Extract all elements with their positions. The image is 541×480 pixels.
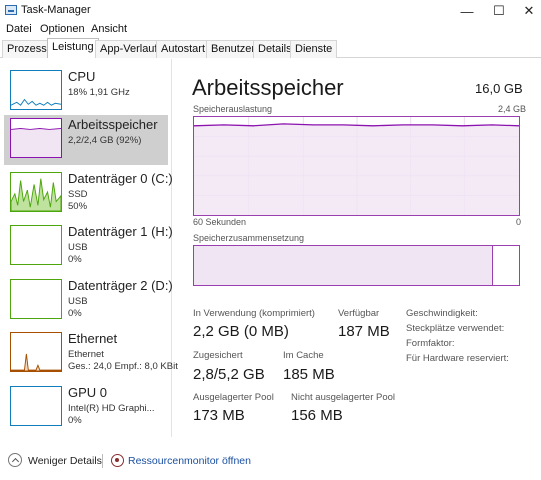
sidebar-item-detail: Ges.: 24,0 Empf.: 8,0 KBit: [68, 361, 178, 372]
sidebar-item-detail: Ethernet: [68, 349, 104, 360]
memory-graph-icon: [10, 118, 62, 158]
tab-bar: Prozesse Leistung App-Verlauf Autostart …: [0, 38, 541, 58]
window-title: Task-Manager: [21, 4, 91, 16]
tab-dienste[interactable]: Dienste: [290, 40, 338, 58]
maximize-button[interactable]: ☐: [483, 0, 515, 22]
disk-graph-icon: [10, 279, 62, 319]
chevron-up-circle-icon[interactable]: [8, 453, 22, 467]
sidebar-item-detail: USB: [68, 242, 88, 253]
tab-autostart[interactable]: Autostart: [156, 40, 211, 58]
nonpaged-pool-label: Nicht ausgelagerter Pool: [291, 392, 396, 403]
sidebar-item-label: GPU 0: [68, 385, 108, 400]
sidebar-item-disk-2[interactable]: Datenträger 2 (D:) USB 0%: [4, 276, 173, 326]
performance-sidebar: CPU 18% 1,91 GHz Arbeitsspeicher 2,2/2,4…: [0, 59, 178, 437]
menu-datei[interactable]: Datei: [6, 23, 32, 35]
footer-bar: Weniger Details Ressourcenmonitor öffnen: [0, 447, 541, 475]
tab-leistung[interactable]: Leistung: [47, 38, 99, 58]
sidebar-item-disk-0[interactable]: Datenträger 0 (C:) SSD 50%: [4, 169, 173, 219]
memory-usage-graph: [193, 116, 520, 216]
task-manager-icon: [5, 5, 17, 15]
resource-monitor-icon[interactable]: [111, 454, 124, 467]
composition-label: Speicherzusammensetzung: [193, 233, 305, 243]
committed-value: 2,8/5,2 GB: [193, 366, 265, 383]
cpu-graph-icon: [10, 70, 62, 110]
sidebar-item-gpu-0[interactable]: GPU 0 Intel(R) HD Graphi... 0%: [4, 383, 168, 433]
close-button[interactable]: ✕: [513, 0, 541, 22]
available-label: Verfügbar: [338, 308, 380, 319]
sidebar-item-detail: 0%: [68, 254, 82, 265]
available-value: 187 MB: [338, 323, 390, 340]
usage-label: Speicherauslastung: [193, 104, 273, 114]
page-title: Arbeitsspeicher: [192, 75, 344, 100]
fewer-details-link[interactable]: Weniger Details: [28, 455, 102, 467]
sidebar-item-detail: 2,2/2,4 GB (92%): [68, 135, 142, 146]
title-bar: Task-Manager — ☐ ✕: [0, 0, 541, 22]
sidebar-item-ethernet[interactable]: Ethernet Ethernet Ges.: 24,0 Empf.: 8,0 …: [4, 329, 178, 379]
memory-composition-bar: [193, 245, 520, 286]
time-axis-label: 60 Sekunden: [193, 217, 247, 227]
sidebar-item-label: CPU: [68, 69, 96, 84]
resource-monitor-link[interactable]: Ressourcenmonitor öffnen: [128, 455, 251, 467]
sidebar-item-detail: 0%: [68, 308, 82, 319]
spec-slots-label: Steckplätze verwendet:: [406, 323, 505, 334]
memory-total: 16,0 GB: [475, 81, 523, 96]
tab-app-verlauf[interactable]: App-Verlauf: [95, 40, 163, 58]
cached-label: Im Cache: [283, 350, 324, 361]
sidebar-item-label: Datenträger 0 (C:): [68, 171, 173, 186]
committed-label: Zugesichert: [193, 350, 243, 361]
sidebar-item-label: Ethernet: [68, 331, 118, 346]
nonpaged-pool-value: 156 MB: [291, 407, 343, 424]
in-use-label: In Verwendung (komprimiert): [193, 308, 315, 319]
in-use-value: 2,2 GB (0 MB): [193, 323, 289, 340]
minimize-button[interactable]: —: [451, 0, 483, 22]
footer-divider: [102, 454, 103, 468]
sidebar-item-label: Arbeitsspeicher: [68, 117, 158, 132]
usage-max-label: 2,4 GB: [498, 104, 527, 114]
sidebar-item-detail: 0%: [68, 415, 82, 426]
spec-reserved-label: Für Hardware reserviert:: [406, 353, 509, 364]
spec-speed-label: Geschwindigkeit:: [406, 308, 478, 319]
gpu-graph-icon: [10, 386, 62, 426]
sidebar-item-disk-1[interactable]: Datenträger 1 (H:) USB 0%: [4, 222, 173, 272]
disk-graph-icon: [10, 172, 62, 212]
sidebar-item-detail: Intel(R) HD Graphi...: [68, 403, 155, 414]
disk-graph-icon: [10, 225, 62, 265]
composition-in-use-segment: [194, 246, 493, 285]
sidebar-item-detail: USB: [68, 296, 88, 307]
paged-pool-label: Ausgelagerter Pool: [193, 392, 274, 403]
spec-form-factor-label: Formfaktor:: [406, 338, 455, 349]
sidebar-item-cpu[interactable]: CPU 18% 1,91 GHz: [4, 67, 168, 117]
tab-benutzer[interactable]: Benutzer: [206, 40, 261, 58]
network-graph-icon: [10, 332, 62, 372]
sidebar-item-detail: 50%: [68, 201, 88, 212]
menu-optionen[interactable]: Optionen: [40, 23, 85, 35]
sidebar-item-detail: 18% 1,91 GHz: [68, 87, 130, 98]
menu-ansicht[interactable]: Ansicht: [91, 23, 127, 35]
sidebar-item-label: Datenträger 2 (D:): [68, 278, 173, 293]
paged-pool-value: 173 MB: [193, 407, 245, 424]
cached-value: 185 MB: [283, 366, 335, 383]
sidebar-item-memory[interactable]: Arbeitsspeicher 2,2/2,4 GB (92%): [4, 115, 168, 165]
sidebar-item-label: Datenträger 1 (H:): [68, 224, 173, 239]
time-axis-end: 0: [516, 217, 522, 227]
sidebar-item-detail: SSD: [68, 189, 88, 200]
